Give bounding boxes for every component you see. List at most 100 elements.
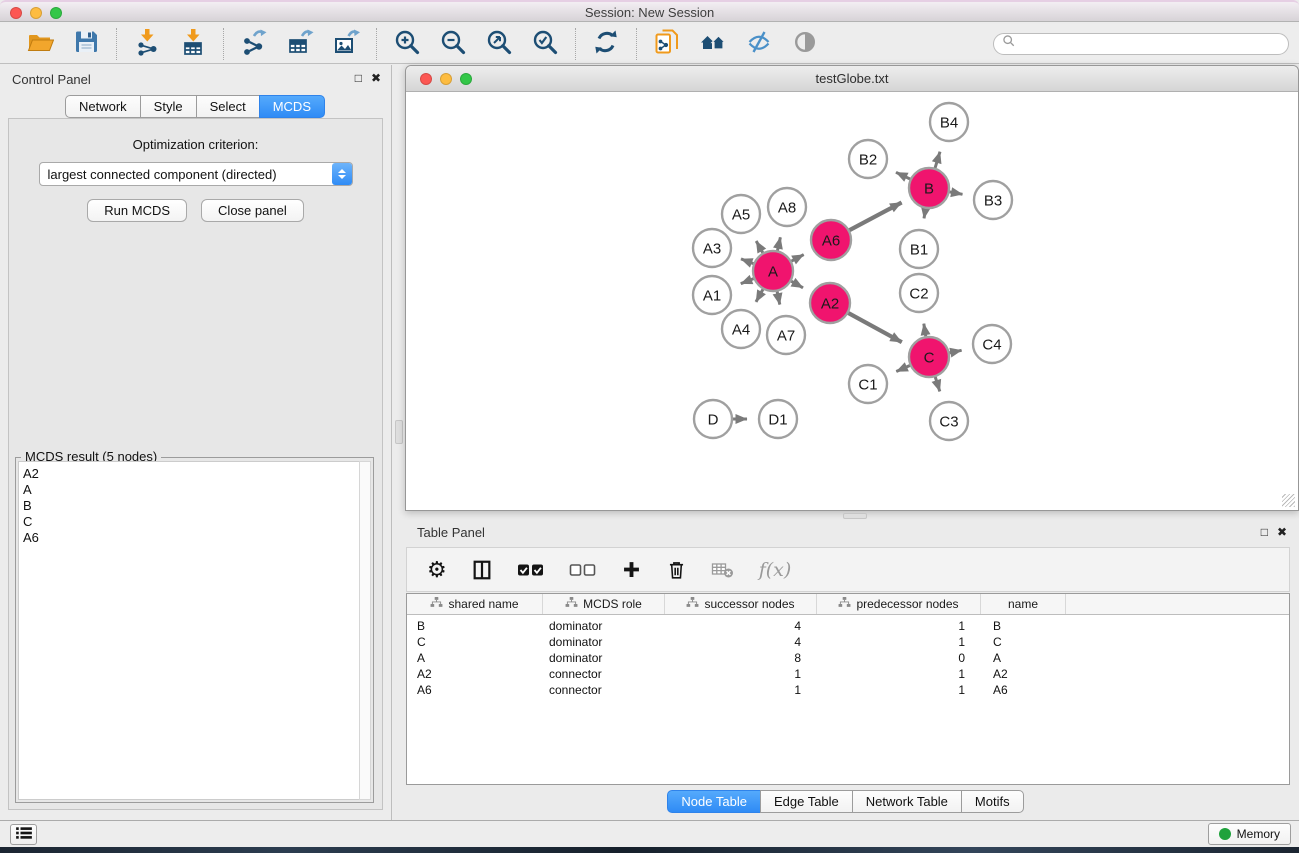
graph-node-C2[interactable]: C2: [900, 274, 938, 312]
tab-select[interactable]: Select: [196, 95, 260, 118]
table-cell[interactable]: A: [981, 650, 1066, 666]
network-maximize-button[interactable]: [460, 73, 472, 85]
close-table-panel-icon[interactable]: ✖: [1277, 525, 1287, 539]
column-header-mcds-role[interactable]: MCDS role: [543, 594, 665, 614]
import-table-button[interactable]: [176, 28, 210, 60]
table-cell[interactable]: 0: [817, 650, 981, 666]
network-window-titlebar[interactable]: testGlobe.txt: [406, 66, 1298, 92]
table-cell[interactable]: dominator: [543, 618, 665, 634]
maximize-window-button[interactable]: [50, 7, 62, 19]
graph-node-D[interactable]: D: [694, 400, 732, 438]
graph-node-B4[interactable]: B4: [930, 103, 968, 141]
graph-node-D1[interactable]: D1: [759, 400, 797, 438]
show-panels-button[interactable]: [10, 824, 37, 845]
table-cell[interactable]: 1: [817, 666, 981, 682]
column-visibility-button[interactable]: [471, 555, 493, 585]
graph-node-A[interactable]: A: [753, 251, 793, 291]
add-column-button[interactable]: [621, 555, 642, 585]
zoom-in-button[interactable]: [390, 28, 424, 60]
apply-preferred-layout-button[interactable]: [589, 28, 623, 60]
mcds-result-item[interactable]: C: [19, 514, 359, 530]
graph-node-A6[interactable]: A6: [811, 220, 851, 260]
table-cell[interactable]: connector: [543, 682, 665, 698]
first-neighbors-button[interactable]: [696, 28, 730, 60]
graph-node-B[interactable]: B: [909, 168, 949, 208]
close-panel-button[interactable]: Close panel: [201, 199, 304, 222]
table-tab-network-table[interactable]: Network Table: [852, 790, 962, 813]
table-tab-edge-table[interactable]: Edge Table: [760, 790, 853, 813]
table-cell[interactable]: 1: [665, 682, 817, 698]
zoom-fit-button[interactable]: [482, 28, 516, 60]
table-cell[interactable]: 8: [665, 650, 817, 666]
titlebar[interactable]: Session: New Session: [0, 0, 1299, 22]
zoom-out-button[interactable]: [436, 28, 470, 60]
table-cell[interactable]: A6: [981, 682, 1066, 698]
search-box[interactable]: [993, 33, 1289, 55]
delete-column-button[interactable]: [666, 555, 687, 585]
table-cell[interactable]: B: [407, 618, 543, 634]
float-table-panel-icon[interactable]: □: [1261, 525, 1268, 539]
tab-mcds[interactable]: MCDS: [259, 95, 325, 118]
import-network-button[interactable]: [130, 28, 164, 60]
graph-node-B1[interactable]: B1: [900, 230, 938, 268]
table-cell[interactable]: 1: [817, 618, 981, 634]
vertical-splitter-handle[interactable]: [395, 420, 403, 444]
select-all-button[interactable]: [517, 555, 545, 585]
run-mcds-button[interactable]: Run MCDS: [87, 199, 187, 222]
mcds-result-item[interactable]: B: [19, 498, 359, 514]
hide-selected-button[interactable]: [742, 28, 776, 60]
table-cell[interactable]: C: [981, 634, 1066, 650]
show-all-button[interactable]: [788, 28, 822, 60]
mcds-result-list[interactable]: A2ABCA6: [18, 461, 359, 800]
export-table-button[interactable]: [283, 28, 317, 60]
graph-node-C[interactable]: C: [909, 337, 949, 377]
table-cell[interactable]: dominator: [543, 650, 665, 666]
optimization-criterion-select[interactable]: largest connected component (directed): [39, 162, 353, 186]
table-cell[interactable]: A2: [981, 666, 1066, 682]
table-row[interactable]: A6connector11A6: [407, 682, 1289, 698]
resize-grip-icon[interactable]: [1282, 494, 1295, 507]
column-header-name[interactable]: name: [981, 594, 1066, 614]
table-row[interactable]: Cdominator41C: [407, 634, 1289, 650]
table-cell[interactable]: 1: [817, 682, 981, 698]
table-tab-motifs[interactable]: Motifs: [961, 790, 1024, 813]
close-window-button[interactable]: [10, 7, 22, 19]
graph-node-A8[interactable]: A8: [768, 188, 806, 226]
close-panel-icon[interactable]: ✖: [371, 71, 381, 85]
gear-menu-button[interactable]: ⚙: [427, 555, 447, 585]
graph-node-B2[interactable]: B2: [849, 140, 887, 178]
graph-node-C4[interactable]: C4: [973, 325, 1011, 363]
deselect-all-button[interactable]: [569, 555, 597, 585]
table-tab-node-table[interactable]: Node Table: [667, 790, 761, 813]
float-panel-icon[interactable]: □: [355, 71, 362, 85]
table-cell[interactable]: C: [407, 634, 543, 650]
table-cell[interactable]: B: [981, 618, 1066, 634]
graph-node-B3[interactable]: B3: [974, 181, 1012, 219]
network-close-button[interactable]: [420, 73, 432, 85]
network-minimize-button[interactable]: [440, 73, 452, 85]
export-image-button[interactable]: [329, 28, 363, 60]
graph-node-A2[interactable]: A2: [810, 283, 850, 323]
search-input[interactable]: [1020, 36, 1280, 51]
export-network-button[interactable]: [237, 28, 271, 60]
column-header-successor-nodes[interactable]: successor nodes: [665, 594, 817, 614]
table-cell[interactable]: dominator: [543, 634, 665, 650]
column-header-shared-name[interactable]: shared name: [407, 594, 543, 614]
zoom-selected-button[interactable]: [528, 28, 562, 60]
tab-network[interactable]: Network: [65, 95, 141, 118]
mcds-result-item[interactable]: A6: [19, 530, 359, 546]
minimize-window-button[interactable]: [30, 7, 42, 19]
node-table[interactable]: shared nameMCDS rolesuccessor nodesprede…: [406, 593, 1290, 785]
network-canvas[interactable]: B4B2BB3A5A8A6A3B1AA1C2A2A4A7C4CC1C3DD1: [407, 93, 1297, 509]
open-file-button[interactable]: [23, 28, 57, 60]
graph-node-C1[interactable]: C1: [849, 365, 887, 403]
graph-node-A4[interactable]: A4: [722, 310, 760, 348]
table-row[interactable]: A2connector11A2: [407, 666, 1289, 682]
graph-node-A1[interactable]: A1: [693, 276, 731, 314]
table-cell[interactable]: 4: [665, 634, 817, 650]
network-graph[interactable]: B4B2BB3A5A8A6A3B1AA1C2A2A4A7C4CC1C3DD1: [407, 93, 1297, 509]
table-cell[interactable]: connector: [543, 666, 665, 682]
table-cell[interactable]: A2: [407, 666, 543, 682]
result-scrollbar[interactable]: [359, 461, 371, 800]
new-network-from-selection-button[interactable]: [650, 28, 684, 60]
